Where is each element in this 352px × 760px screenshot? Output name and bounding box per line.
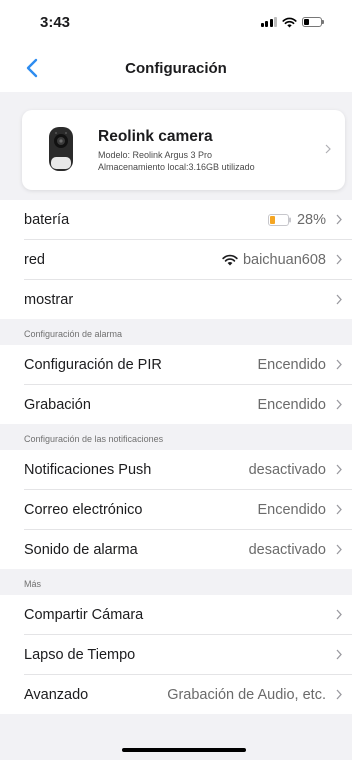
row-email[interactable]: Correo electrónico Encendido (0, 490, 352, 529)
pir-value: Encendido (257, 356, 326, 373)
battery-value: 28% (296, 211, 326, 228)
status-bar: 3:43 (0, 0, 352, 44)
section-header-notifications: Configuración de las notificaciones (24, 434, 164, 444)
row-share-camera[interactable]: Compartir Cámara (0, 595, 352, 634)
row-advanced[interactable]: Avanzado Grabación de Audio, etc. (0, 675, 352, 714)
battery-status-icon (302, 17, 324, 27)
back-button[interactable] (20, 56, 44, 80)
timelapse-label: Lapso de Tiempo (24, 646, 136, 663)
network-label: red (24, 251, 45, 268)
chevron-right-icon (325, 144, 331, 154)
row-network[interactable]: red baichuan608 (0, 240, 352, 279)
signal-icon (260, 17, 277, 27)
recording-label: Grabación (24, 396, 91, 413)
email-value: Encendido (257, 501, 326, 518)
camera-icon (48, 125, 74, 175)
back-chevron-icon (26, 58, 38, 78)
row-alarm-sound[interactable]: Sonido de alarma desactivado (0, 530, 352, 569)
chevron-right-icon (336, 689, 344, 700)
share-camera-label: Compartir Cámara (24, 606, 144, 623)
chevron-right-icon (336, 359, 344, 370)
device-storage: Almacenamiento local:3.16GB utilizado (98, 161, 255, 172)
device-section: Reolink camera Modelo: Reolink Argus 3 P… (0, 92, 352, 200)
device-name: Reolink camera (98, 127, 213, 145)
row-recording[interactable]: Grabación Encendido (0, 385, 352, 424)
advanced-value: Grabación de Audio, etc. (167, 686, 326, 703)
main-settings-group: batería 28% red baichuan608 mostrar (0, 200, 352, 319)
battery-label: batería (24, 211, 70, 228)
section-header-more: Más (24, 579, 42, 589)
more-group: Compartir Cámara Lapso de Tiempo Avanzad… (0, 595, 352, 714)
chevron-right-icon (336, 294, 344, 305)
row-battery[interactable]: batería 28% (0, 200, 352, 239)
chevron-right-icon (336, 214, 344, 225)
alarm-group: Configuración de PIR Encendido Grabación… (0, 345, 352, 424)
status-time: 3:43 (40, 13, 71, 31)
row-pir[interactable]: Configuración de PIR Encendido (0, 345, 352, 384)
chevron-right-icon (336, 399, 344, 410)
email-label: Correo electrónico (24, 501, 143, 518)
notifications-group: Notificaciones Push desactivado Correo e… (0, 450, 352, 569)
wifi-status-icon (282, 17, 297, 27)
row-push[interactable]: Notificaciones Push desactivado (0, 450, 352, 489)
chevron-right-icon (336, 464, 344, 475)
device-card[interactable]: Reolink camera Modelo: Reolink Argus 3 P… (22, 110, 345, 190)
chevron-right-icon (336, 609, 344, 620)
pir-label: Configuración de PIR (24, 356, 162, 373)
device-info: Reolink camera Modelo: Reolink Argus 3 P… (98, 128, 333, 173)
device-model: Modelo: Reolink Argus 3 Pro (98, 149, 213, 160)
display-label: mostrar (24, 291, 74, 308)
section-header-alarm: Configuración de alarma (24, 329, 123, 339)
wifi-icon (222, 254, 238, 265)
push-value: desactivado (248, 461, 326, 478)
page-title: Configuración (125, 59, 227, 77)
home-indicator[interactable] (122, 748, 246, 752)
alarm-sound-value: desactivado (248, 541, 326, 558)
network-value: baichuan608 (242, 251, 326, 268)
row-display[interactable]: mostrar (0, 280, 352, 319)
row-timelapse[interactable]: Lapso de Tiempo (0, 635, 352, 674)
alarm-sound-label: Sonido de alarma (24, 541, 138, 558)
battery-value-wrap: 28% (267, 211, 326, 228)
nav-bar: Configuración (0, 44, 352, 92)
network-value-wrap: baichuan608 (222, 252, 326, 268)
chevron-right-icon (336, 544, 344, 555)
recording-value: Encendido (257, 396, 326, 413)
battery-icon (267, 213, 291, 226)
push-label: Notificaciones Push (24, 461, 152, 478)
advanced-label: Avanzado (24, 686, 89, 703)
chevron-right-icon (336, 649, 344, 660)
status-icons (260, 17, 324, 28)
chevron-right-icon (336, 254, 344, 265)
chevron-right-icon (336, 504, 344, 515)
